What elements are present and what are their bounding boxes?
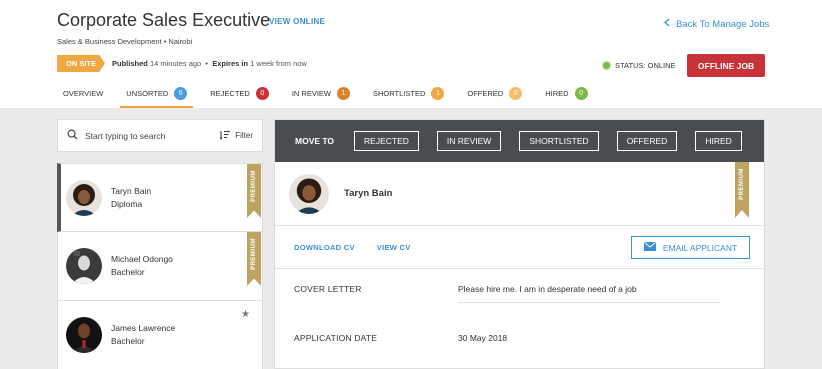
candidate-name: James Lawrence (111, 323, 176, 333)
move-in-review-button[interactable]: IN REVIEW (436, 131, 502, 151)
back-to-manage-jobs-link[interactable]: Back To Manage Jobs (664, 18, 769, 30)
email-applicant-button[interactable]: EMAIL APPLICANT (631, 236, 750, 259)
tab-shortlisted[interactable]: SHORTLISTED 1 (367, 84, 450, 108)
expires-value: 1 week from now (250, 59, 307, 68)
premium-ribbon: PREMIUM (735, 162, 749, 218)
tab-rejected[interactable]: REJECTED 0 (204, 84, 275, 108)
candidate-profile-header: Taryn Bain PREMIUM (275, 162, 764, 226)
tab-count-badge: 6 (174, 87, 188, 100)
field-label: COVER LETTER (294, 284, 362, 294)
candidate-education: Bachelor (111, 267, 145, 277)
premium-ribbon: PREMIUM (247, 232, 261, 286)
tab-hired[interactable]: HIRED 0 (539, 84, 593, 108)
job-subtitle: Sales & Business Development • Nairobi (57, 37, 193, 46)
field-label: APPLICATION DATE (294, 333, 378, 343)
candidate-name: Michael Odongo (111, 254, 173, 264)
cover-letter-row: COVER LETTER Please hire me. I am in des… (275, 269, 764, 318)
tab-count-badge: 1 (431, 87, 445, 100)
move-hired-button[interactable]: HIRED (695, 131, 742, 151)
application-date-row: APPLICATION DATE 30 May 2018 (275, 318, 764, 367)
tab-count-badge: 0 (574, 87, 588, 100)
candidate-search: Filter (57, 119, 263, 152)
candidate-card[interactable]: James Lawrence Bachelor ★ (57, 301, 263, 369)
field-value: 30 May 2018 (458, 333, 508, 343)
filter-icon (219, 130, 231, 142)
candidate-detail-panel: MOVE TO REJECTED IN REVIEW SHORTLISTED O… (274, 119, 765, 369)
move-offered-button[interactable]: OFFERED (616, 131, 678, 151)
view-cv-link[interactable]: VIEW CV (377, 243, 411, 252)
move-to-bar: MOVE TO REJECTED IN REVIEW SHORTLISTED O… (275, 120, 764, 162)
status-text: STATUS: ONLINE (615, 61, 676, 70)
pipeline-tabs: OVERVIEW UNSORTED 6 REJECTED 0 IN REVIEW… (57, 84, 605, 108)
status-online-dot (603, 62, 610, 69)
avatar (66, 317, 102, 353)
tab-count-badge: 1 (337, 87, 351, 100)
filter-button[interactable]: Filter (219, 130, 253, 142)
download-cv-link[interactable]: DOWNLOAD CV (294, 243, 355, 252)
candidate-education: Diploma (111, 198, 143, 209)
tab-offered[interactable]: OFFERED 0 (461, 84, 528, 108)
job-title: Corporate Sales Executive (57, 10, 271, 30)
move-to-label: MOVE TO (295, 136, 335, 146)
field-value: Please hire me. I am in desperate need o… (458, 284, 637, 294)
premium-ribbon: PREMIUM (247, 164, 261, 218)
back-link-label: Back To Manage Jobs (676, 18, 770, 30)
chevron-left-icon (664, 18, 670, 30)
tab-overview[interactable]: OVERVIEW (57, 84, 109, 108)
divider (458, 302, 720, 303)
mail-icon (643, 242, 656, 253)
star-icon[interactable]: ★ (241, 309, 250, 320)
published-value: 14 minutes ago (149, 59, 202, 68)
candidate-name: Taryn Bain (344, 188, 393, 199)
move-rejected-button[interactable]: REJECTED (354, 131, 419, 151)
job-status: STATUS: ONLINE (603, 61, 676, 70)
candidate-card[interactable]: Michael Odongo Bachelor PREMIUM (57, 232, 263, 301)
tab-count-badge: 0 (509, 87, 523, 100)
candidate-list: Taryn Bain Diploma PREMIUM Michael Odong… (57, 163, 263, 369)
candidate-card[interactable]: Taryn Bain Diploma PREMIUM (57, 163, 263, 232)
search-icon (67, 129, 78, 142)
expires-label: Expires in (212, 59, 249, 68)
avatar (289, 173, 329, 214)
tab-count-badge: 0 (255, 87, 269, 100)
offline-job-button[interactable]: OFFLINE JOB (687, 54, 765, 77)
tab-unsorted[interactable]: UNSORTED 6 (120, 84, 194, 108)
candidate-actions: DOWNLOAD CV VIEW CV EMAIL APPLICANT (275, 226, 764, 269)
move-shortlisted-button[interactable]: SHORTLISTED (519, 131, 599, 151)
tab-in-review[interactable]: IN REVIEW 1 (286, 84, 356, 108)
view-online-link[interactable]: VIEW ONLINE (269, 17, 325, 26)
avatar (66, 248, 102, 284)
onsite-badge: ON SITE (57, 55, 105, 72)
filter-label: Filter (235, 131, 253, 140)
published-label: Published (112, 59, 148, 68)
candidate-name: Taryn Bain (111, 185, 152, 196)
candidate-education: Bachelor (111, 336, 145, 346)
email-applicant-label: EMAIL APPLICANT (662, 242, 738, 253)
avatar (66, 179, 102, 216)
job-meta: Published 14 minutes ago • Expires in 1 … (112, 59, 307, 68)
search-input[interactable] (85, 130, 221, 141)
